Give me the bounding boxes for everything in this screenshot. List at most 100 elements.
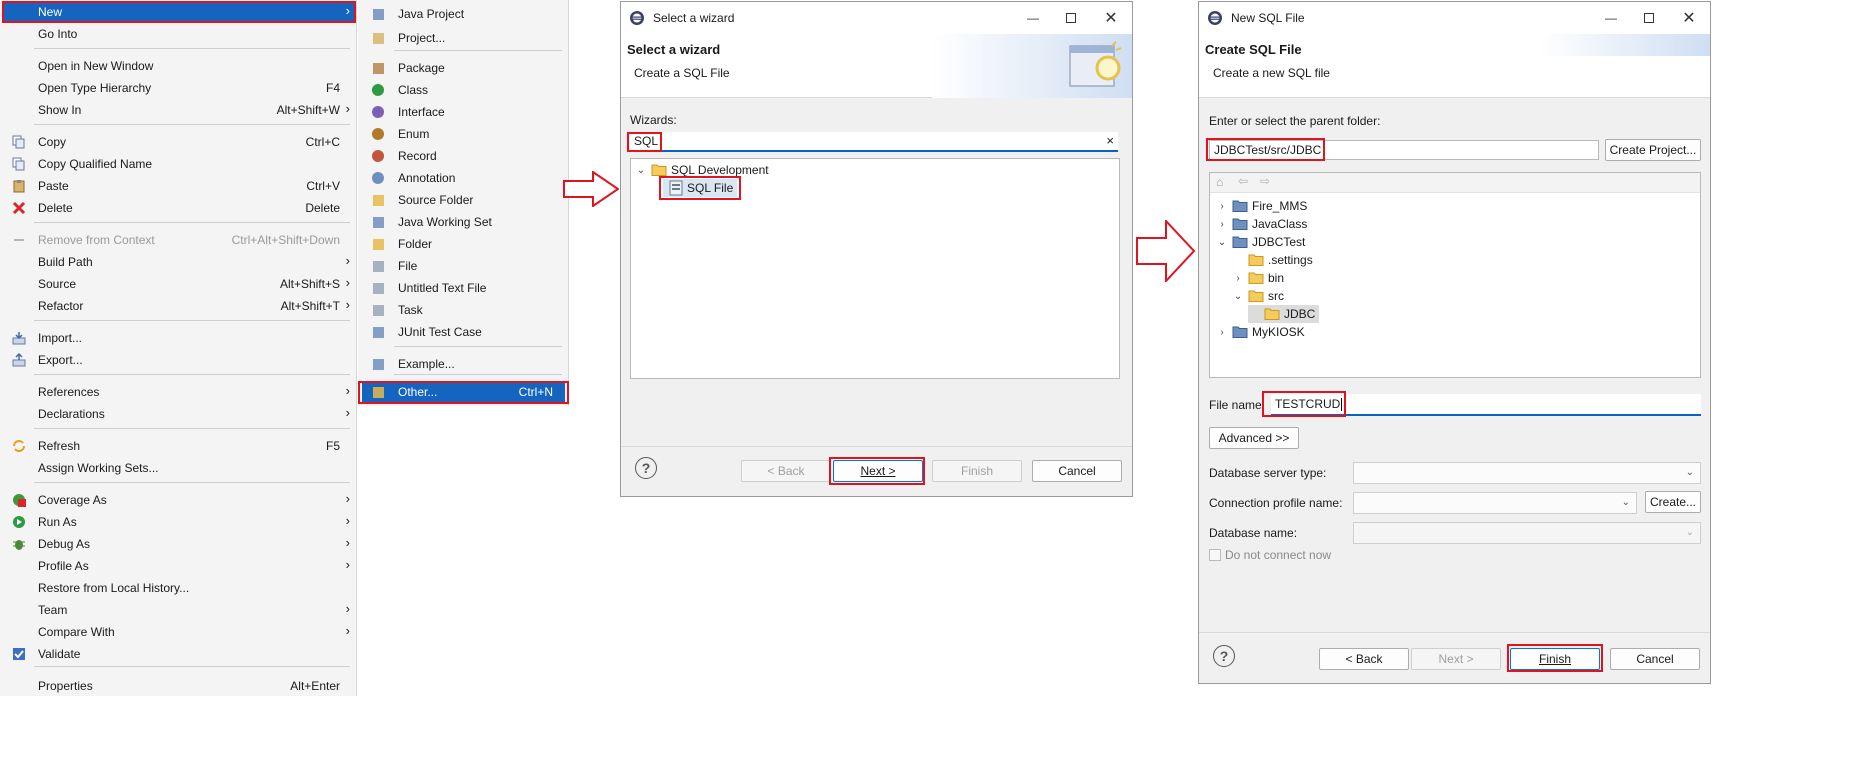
help-icon[interactable]: ?: [635, 457, 657, 479]
minimize-icon[interactable]: —: [1022, 8, 1044, 28]
new-sql-file-dialog: New SQL File — ✕ Create SQL File Create …: [1198, 1, 1711, 684]
flow-arrow-icon: [1136, 220, 1196, 282]
new-item-task[interactable]: Task: [362, 300, 565, 320]
create-connection-button[interactable]: Create...: [1645, 491, 1701, 513]
menu-item-refresh[interactable]: Refresh F5: [4, 436, 354, 456]
menu-item-remove-from-context[interactable]: Remove from Context Ctrl+Alt+Shift+Down: [4, 230, 354, 250]
clear-filter-icon[interactable]: ×: [1106, 133, 1114, 148]
menu-item-delete[interactable]: Delete Delete: [4, 198, 354, 218]
home-icon[interactable]: ⌂: [1216, 175, 1223, 189]
new-item-package[interactable]: Package: [362, 58, 565, 78]
sql-header-subtitle: Create a new SQL file: [1213, 66, 1330, 80]
finish-button[interactable]: Finish: [932, 460, 1022, 482]
menu-item-assign-working-sets[interactable]: Assign Working Sets...: [4, 458, 354, 478]
new-item-source-folder[interactable]: Source Folder: [362, 190, 565, 210]
menu-item-import[interactable]: Import...: [4, 328, 354, 348]
new-item-other[interactable]: Other... Ctrl+N: [362, 382, 565, 402]
menu-item-open-type-hierarchy[interactable]: Open Type Hierarchy F4: [4, 78, 354, 98]
menu-item-restore-from-local-history[interactable]: Restore from Local History...: [4, 578, 354, 598]
maximize-icon[interactable]: [1638, 8, 1660, 28]
database-name-combo[interactable]: ⌄: [1353, 522, 1701, 544]
forward-arrow-icon[interactable]: ⇨: [1260, 174, 1270, 188]
new-item-enum[interactable]: Enum: [362, 124, 565, 144]
create-project-button[interactable]: Create Project...: [1605, 139, 1701, 161]
new-item-folder[interactable]: Folder: [362, 234, 565, 254]
minimize-icon[interactable]: —: [1600, 8, 1622, 28]
new-item-project[interactable]: Project...: [362, 28, 565, 48]
advanced-button[interactable]: Advanced >>: [1209, 427, 1299, 449]
tree-node-jdbc[interactable]: JDBC: [1248, 305, 1320, 323]
menu-item-team[interactable]: Team ›: [4, 600, 354, 620]
tree-node-mykiosk[interactable]: › MyKIOSK: [1216, 323, 1304, 341]
tree-node-javaclass[interactable]: › JavaClass: [1216, 215, 1307, 233]
database-name-label: Database name:: [1209, 526, 1298, 540]
menu-item-show-in[interactable]: Show In Alt+Shift+W ›: [4, 100, 354, 120]
back-button[interactable]: < Back: [1319, 648, 1409, 670]
new-item-example[interactable]: Example...: [362, 354, 565, 374]
maximize-icon[interactable]: [1060, 8, 1082, 28]
file-name-input[interactable]: TESTCRUD: [1271, 394, 1701, 416]
new-item-annotation[interactable]: Annotation: [362, 168, 565, 188]
new-item-java-project[interactable]: Java Project: [362, 4, 565, 24]
menu-item-source[interactable]: Source Alt+Shift+S ›: [4, 274, 354, 294]
menu-item-open-in-new-window[interactable]: Open in New Window: [4, 56, 354, 76]
new-item-untitled-text-file[interactable]: Untitled Text File: [362, 278, 565, 298]
tree-item-sql-development[interactable]: ⌄ SQL Development: [635, 161, 769, 179]
finish-button[interactable]: Finish: [1510, 648, 1600, 670]
new-item-interface[interactable]: Interface: [362, 102, 565, 122]
menu-item-validate[interactable]: Validate: [4, 644, 354, 664]
back-arrow-icon[interactable]: ⇦: [1238, 174, 1248, 188]
next-button[interactable]: Next >: [1411, 648, 1501, 670]
expand-twisty-icon[interactable]: ⌄: [635, 165, 647, 176]
next-button[interactable]: Next >: [833, 460, 923, 482]
connection-profile-combo[interactable]: ⌄: [1353, 492, 1637, 514]
new-item-java-working-set[interactable]: Java Working Set: [362, 212, 565, 232]
close-icon[interactable]: ✕: [1100, 8, 1122, 28]
wizard-header: Select a wizard Create a SQL File: [621, 34, 1132, 98]
tree-twisty-icon[interactable]: ⌄: [1216, 237, 1228, 248]
menu-item-copy-qualified-name[interactable]: Copy Qualified Name: [4, 154, 354, 174]
menu-item-compare-with[interactable]: Compare With ›: [4, 622, 354, 642]
menu-item-build-path[interactable]: Build Path ›: [4, 252, 354, 272]
help-icon[interactable]: ?: [1213, 645, 1235, 667]
tree-node-jdbctest[interactable]: ⌄ JDBCTest: [1216, 233, 1306, 251]
menu-item-refactor[interactable]: Refactor Alt+Shift+T ›: [4, 296, 354, 316]
parent-folder-input[interactable]: JDBCTest/src/JDBC: [1209, 140, 1599, 160]
tree-node-settings[interactable]: .settings: [1232, 251, 1313, 269]
do-not-connect-checkbox[interactable]: Do not connect now: [1209, 548, 1331, 562]
tree-twisty-icon[interactable]: ⌄: [1232, 291, 1244, 302]
menu-item-debug-as[interactable]: Debug As ›: [4, 534, 354, 554]
menu-item-copy[interactable]: Copy Ctrl+C: [4, 132, 354, 152]
tree-node-fire-mms[interactable]: › Fire_MMS: [1216, 197, 1307, 215]
back-button[interactable]: < Back: [741, 460, 831, 482]
tree-twisty-icon[interactable]: ›: [1216, 201, 1228, 212]
db-server-type-combo[interactable]: ⌄: [1353, 462, 1701, 484]
cancel-button[interactable]: Cancel: [1032, 460, 1122, 482]
menu-item-declarations[interactable]: Declarations ›: [4, 404, 354, 424]
tree-twisty-icon[interactable]: ›: [1232, 273, 1244, 284]
menu-item-paste[interactable]: Paste Ctrl+V: [4, 176, 354, 196]
new-item-record[interactable]: Record: [362, 146, 565, 166]
menu-item-properties[interactable]: Properties Alt+Enter: [4, 676, 354, 696]
tree-twisty-icon[interactable]: ›: [1216, 327, 1228, 338]
tree-item-sql-file[interactable]: SQL File: [663, 179, 738, 197]
close-icon[interactable]: ✕: [1678, 8, 1700, 28]
menu-item-profile-as[interactable]: Profile As ›: [4, 556, 354, 576]
menu-item-go-into[interactable]: Go Into: [4, 24, 354, 44]
wizard-filter-input[interactable]: SQL ×: [630, 132, 1118, 152]
menu-item-coverage-as[interactable]: Coverage As ›: [4, 490, 354, 510]
refresh-icon: [10, 438, 28, 454]
new-item-file[interactable]: File: [362, 256, 565, 276]
source-folder-icon: [370, 192, 386, 208]
menu-item-new[interactable]: New ›: [4, 2, 354, 22]
menu-item-run-as[interactable]: Run As ›: [4, 512, 354, 532]
menu-item-references[interactable]: References ›: [4, 382, 354, 402]
chevron-down-icon: ⌄: [1621, 497, 1630, 508]
tree-twisty-icon[interactable]: ›: [1216, 219, 1228, 230]
menu-item-export[interactable]: Export...: [4, 350, 354, 370]
new-item-class[interactable]: Class: [362, 80, 565, 100]
tree-node-bin[interactable]: › bin: [1232, 269, 1284, 287]
new-item-junit-test-case[interactable]: JUnit Test Case: [362, 322, 565, 342]
tree-node-src[interactable]: ⌄ src: [1232, 287, 1284, 305]
cancel-button[interactable]: Cancel: [1610, 648, 1700, 670]
